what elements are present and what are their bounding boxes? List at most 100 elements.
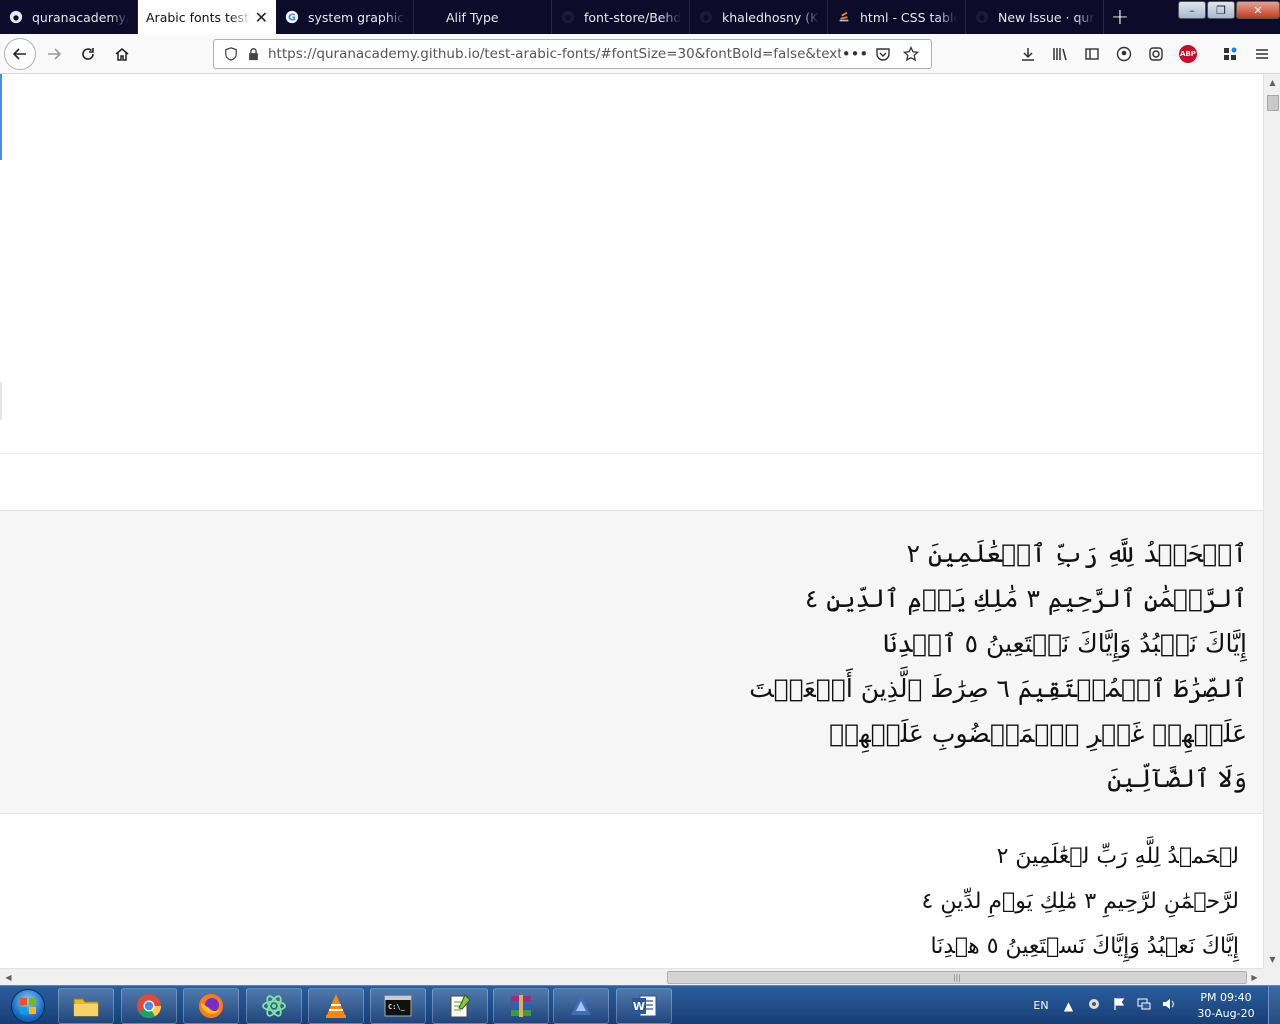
toolbar-right: ABP <box>1012 34 1278 74</box>
notepad-icon <box>446 992 474 1020</box>
firefox-icon <box>197 992 225 1020</box>
tab-system-graphics[interactable]: G system graphics Arabic <box>276 0 414 34</box>
tab-arabic-fonts-testing[interactable]: Arabic fonts testing ✕ <box>138 0 276 34</box>
svg-text:W: W <box>633 1000 645 1013</box>
scroll-left-arrow-icon[interactable]: ◀ <box>0 969 17 986</box>
taskbar-notepadpp[interactable] <box>432 988 488 1024</box>
reload-icon <box>82 47 94 60</box>
github-icon <box>974 9 990 25</box>
taskbar-firefox[interactable] <box>183 988 239 1024</box>
tab-khaledhosny[interactable]: khaledhosny (Khaled Hosny) <box>690 0 828 34</box>
taskbar-explorer[interactable] <box>58 988 114 1024</box>
network-icon[interactable] <box>1131 997 1156 1014</box>
text-editor-edge[interactable] <box>0 74 2 160</box>
page-actions-icon[interactable]: ••• <box>841 45 869 63</box>
blank-page-icon <box>422 9 438 25</box>
maximize-button[interactable]: ❐ <box>1207 1 1235 19</box>
tab-font-store[interactable]: font-store/Behdad <box>552 0 690 34</box>
bookmark-star-icon[interactable] <box>897 46 925 62</box>
hamburger-menu-icon[interactable] <box>1246 38 1278 70</box>
taskbar-winrar[interactable] <box>493 988 549 1024</box>
vlc-icon <box>322 992 350 1020</box>
google-icon: G <box>284 9 300 25</box>
scroll-up-arrow-icon[interactable]: ▲ <box>1264 74 1280 91</box>
taskbar-atom[interactable] <box>246 988 302 1024</box>
library-icon[interactable] <box>1044 38 1076 70</box>
tab-title: Arabic fonts testing <box>146 9 251 25</box>
tray-app-icon[interactable] <box>1081 997 1106 1014</box>
tab-title: html - CSS table cell <box>860 9 957 25</box>
chrome-icon <box>135 992 163 1020</box>
pocket-icon[interactable] <box>869 46 897 62</box>
lock-icon[interactable] <box>242 47 264 61</box>
scroll-down-arrow-icon[interactable]: ▼ <box>1264 951 1280 968</box>
github-icon <box>698 9 714 25</box>
url-bar[interactable]: https://quranacademy.github.io/test-arab… <box>213 39 932 69</box>
show-desktop-button[interactable] <box>1268 986 1280 1024</box>
input-box-edge[interactable] <box>0 382 2 420</box>
abp-badge: ABP <box>1179 45 1197 63</box>
horizontal-scrollbar[interactable]: ◀ ||| ▶ <box>0 968 1263 985</box>
extensions-icon[interactable] <box>1214 38 1246 70</box>
taskbar-inkscape[interactable] <box>553 988 609 1024</box>
home-button[interactable] <box>106 38 138 70</box>
shield-icon[interactable] <box>220 47 242 61</box>
tray-expand-arrow-icon[interactable]: ▲ <box>1056 999 1081 1013</box>
arabic-sample-text-1: ٱلۡحَمۡدُ لِلَّهِ رَبِّ ٱلۡعَٰلَمِينَ ٢ … <box>749 539 1247 793</box>
tab-quranacademy[interactable]: quranacademy/test-arabic-fonts <box>0 0 138 34</box>
start-button[interactable] <box>4 986 52 1024</box>
horizontal-scroll-thumb[interactable]: ||| <box>667 971 1247 984</box>
tab-title: Alif Type <box>446 9 499 25</box>
reload-button[interactable] <box>72 38 104 70</box>
tab-strip-spacer[interactable] <box>1136 0 1177 34</box>
tab-alif-type[interactable]: Alif Type <box>414 0 552 34</box>
github-icon <box>560 9 576 25</box>
windows-logo-icon <box>11 988 45 1023</box>
close-window-button[interactable]: ✕ <box>1236 1 1280 19</box>
minimize-button[interactable]: – <box>1178 1 1206 19</box>
tab-title: font-store/Behdad <box>584 9 681 25</box>
tab-css-table-cell[interactable]: html - CSS table cell <box>828 0 966 34</box>
font-sample-block-1: ٱلۡحَمۡدُ لِلَّهِ رَبِّ ٱلۡعَٰلَمِينَ ٢ … <box>0 510 1263 814</box>
back-button[interactable] <box>4 37 36 70</box>
scroll-right-arrow-icon[interactable]: ▶ <box>1246 969 1263 986</box>
arrow-left-icon <box>12 47 26 60</box>
taskbar-word[interactable]: W <box>616 988 672 1024</box>
scroll-corner <box>1263 968 1280 985</box>
sync-icon[interactable] <box>1140 38 1172 70</box>
tab-title: New Issue · quranacademy <box>998 9 1095 25</box>
tab-title: system graphics Arabic <box>308 9 405 25</box>
sidebar-icon[interactable] <box>1076 38 1108 70</box>
new-tab-button[interactable]: + <box>1104 0 1136 34</box>
clock-date: 30-Aug-20 <box>1197 1007 1255 1020</box>
system-clock[interactable]: PM 09:40 30-Aug-20 <box>1190 990 1262 1022</box>
volume-icon[interactable] <box>1156 997 1181 1014</box>
window-controls: – ❐ ✕ <box>1177 0 1280 34</box>
action-center-flag-icon[interactable] <box>1106 997 1131 1014</box>
taskbar-chrome[interactable] <box>121 988 177 1024</box>
url-text[interactable]: https://quranacademy.github.io/test-arab… <box>268 46 841 62</box>
vector-icon <box>567 992 595 1020</box>
forward-button[interactable] <box>38 38 70 70</box>
close-tab-icon[interactable]: ✕ <box>255 8 268 27</box>
vertical-scrollbar[interactable]: ▲ ▼ <box>1263 74 1280 968</box>
word-icon: W <box>630 992 658 1020</box>
vertical-scroll-thumb[interactable] <box>1267 95 1279 111</box>
tab-title: khaledhosny (Khaled Hosny) <box>722 9 819 25</box>
taskbar-cmd[interactable]: C:\_ <box>370 988 426 1024</box>
screen: quranacademy/test-arabic-fonts Arabic fo… <box>0 0 1280 1024</box>
winrar-icon <box>507 992 535 1020</box>
taskbar-vlc[interactable] <box>308 988 364 1024</box>
account-icon[interactable] <box>1108 38 1140 70</box>
tab-strip: quranacademy/test-arabic-fonts Arabic fo… <box>0 0 1280 34</box>
svg-text:G: G <box>288 13 296 24</box>
atom-icon <box>260 992 288 1020</box>
adblock-plus-icon[interactable]: ABP <box>1172 38 1204 70</box>
tab-new-issue[interactable]: New Issue · quranacademy <box>966 0 1104 34</box>
download-icon[interactable] <box>1012 38 1044 70</box>
language-indicator[interactable]: EN <box>1026 999 1056 1012</box>
navigation-toolbar: https://quranacademy.github.io/test-arab… <box>0 34 1280 74</box>
taskbar: C:\_ W EN ▲ PM 09:40 30-Aug-20 <box>0 985 1280 1024</box>
github-icon <box>8 9 24 25</box>
clock-time: PM 09:40 <box>1200 991 1252 1004</box>
